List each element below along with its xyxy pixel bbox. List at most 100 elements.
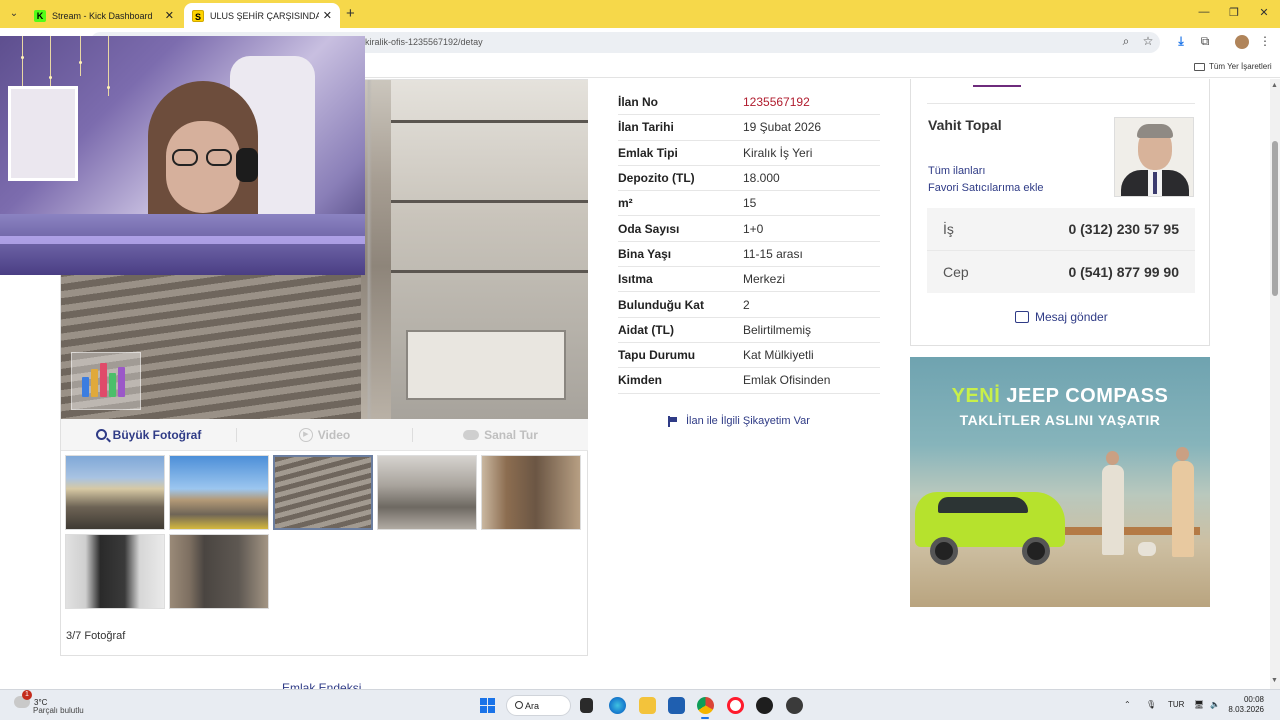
- detail-label: Depozito (TL): [618, 171, 695, 186]
- seller-card: Vahit Topal Tüm ilanları Favori Satıcıla…: [910, 79, 1210, 346]
- detail-row: Tapu Durumu Kat Mülkiyetli: [618, 343, 880, 369]
- add-favorite-seller-link[interactable]: Favori Satıcılarıma ekle: [928, 182, 1044, 194]
- magnifier-icon: [95, 429, 107, 440]
- file-explorer-icon[interactable]: [639, 697, 656, 714]
- seller-name: Vahit Topal: [928, 117, 1002, 133]
- detail-label: İlan Tarihi: [618, 120, 674, 135]
- new-tab-button[interactable]: +: [346, 5, 355, 22]
- listing-number: 1235567192: [743, 95, 810, 110]
- system-clock[interactable]: 00:08 8.03.2026: [1228, 695, 1264, 715]
- watermark-logo: [71, 352, 141, 410]
- close-icon[interactable]: ✕: [323, 9, 332, 22]
- tray-overflow-icon[interactable]: ⌃: [1124, 700, 1131, 709]
- sahibinden-icon: S: [192, 9, 204, 22]
- seller-photo: [1114, 117, 1194, 197]
- complaint-link[interactable]: İlan ile İlgili Şikayetim Var: [668, 415, 810, 427]
- atrium-floor: [406, 330, 566, 400]
- bookmarks-folder-label: Tüm Yer İşaretleri: [1209, 62, 1272, 71]
- ad-tagline: TAKLİTLER ASLINI YAŞATIR: [959, 412, 1161, 428]
- detail-label: Isıtma: [618, 272, 653, 287]
- thumbnail-6[interactable]: [65, 534, 165, 609]
- phone-number[interactable]: 0 (541) 877 99 90: [1068, 264, 1179, 280]
- app-icon[interactable]: [756, 697, 773, 714]
- emlak-endeksi-link[interactable]: Emlak Endeksi: [282, 681, 361, 689]
- all-listings-link[interactable]: Tüm ilanları: [928, 165, 985, 177]
- detail-value: 1+0: [743, 221, 764, 236]
- detail-value: Kiralık İş Yeri: [743, 145, 813, 160]
- photo-actions-bar: Büyük Fotoğraf ▶ Video Sanal Tur: [61, 419, 588, 451]
- minimize-icon[interactable]: —: [1194, 6, 1214, 18]
- tab-kick-dashboard[interactable]: K Stream - Kick Dashboard ✕: [26, 3, 182, 28]
- streamer-face: [166, 121, 240, 213]
- language-indicator[interactable]: TUR: [1168, 700, 1184, 709]
- chrome-icon[interactable]: [697, 697, 714, 714]
- detail-value: 19 Şubat 2026: [743, 120, 822, 135]
- profile-avatar[interactable]: [1235, 35, 1249, 49]
- ad-headline-accent: YENİ: [951, 385, 1001, 407]
- large-photo-button[interactable]: Büyük Fotoğraf: [61, 428, 236, 442]
- scroll-thumb[interactable]: [1272, 141, 1278, 296]
- download-icon[interactable]: ⤓: [1173, 34, 1189, 49]
- virtual-tour-label: Sanal Tur: [484, 427, 538, 442]
- thumbnail-7[interactable]: [169, 534, 269, 609]
- close-icon[interactable]: ✕: [165, 9, 174, 22]
- edge-icon[interactable]: [609, 697, 626, 714]
- extensions-icon[interactable]: ⧉: [1197, 34, 1213, 49]
- webcam-overlay: [0, 36, 365, 275]
- scroll-up-icon[interactable]: ▲: [1271, 82, 1278, 89]
- folder-icon: [1194, 62, 1205, 71]
- ad-headline-rest: JEEP COMPASS: [1000, 385, 1169, 407]
- obs-icon[interactable]: [786, 697, 803, 714]
- task-view-icon[interactable]: [580, 698, 593, 713]
- menu-icon[interactable]: ⋮: [1257, 34, 1273, 48]
- ad-person: [1102, 465, 1124, 555]
- kick-icon: K: [34, 9, 46, 22]
- large-photo-label: Büyük Fotoğraf: [112, 427, 202, 442]
- browser-tab-bar: ⌄ K Stream - Kick Dashboard ✕ S ULUS ŞEH…: [0, 0, 1280, 28]
- flag-icon: [668, 416, 678, 427]
- windows-start-icon[interactable]: [480, 698, 495, 713]
- phone-row-mobile: Cep 0 (541) 877 99 90: [927, 250, 1195, 292]
- detail-row: İlan Tarihi 19 Şubat 2026: [618, 115, 880, 141]
- tab-search-icon[interactable]: ⌄: [6, 6, 22, 22]
- detail-value: Belirtilmemiş: [743, 322, 812, 337]
- detail-label: Emlak Tipi: [618, 145, 678, 160]
- network-icon[interactable]: 🖥: [1194, 700, 1204, 709]
- zoom-icon[interactable]: ⌕: [1118, 34, 1134, 49]
- detail-row: Aidat (TL) Belirtilmemiş: [618, 318, 880, 343]
- restore-icon[interactable]: ❐: [1224, 6, 1244, 19]
- store-icon[interactable]: [668, 697, 685, 714]
- thumbnail-5[interactable]: [481, 455, 581, 530]
- detail-value: 15: [743, 196, 757, 211]
- opera-icon[interactable]: [727, 697, 744, 714]
- thumbnail-2[interactable]: [169, 455, 269, 530]
- detail-label: Oda Sayısı: [618, 221, 680, 236]
- clock-time: 00:08: [1243, 695, 1264, 704]
- phone-number[interactable]: 0 (312) 230 57 95: [1068, 221, 1179, 237]
- video-button: ▶ Video: [237, 427, 412, 442]
- detail-value: Emlak Ofisinden: [743, 373, 831, 388]
- thumbnail-3[interactable]: [273, 455, 373, 530]
- volume-icon[interactable]: 🔈: [1210, 700, 1220, 709]
- window-close-icon[interactable]: ✕: [1254, 6, 1274, 19]
- send-message-link[interactable]: Mesaj gönder: [1015, 310, 1108, 324]
- thumbnail-4[interactable]: [377, 455, 477, 530]
- all-bookmarks-folder[interactable]: Tüm Yer İşaretleri: [1194, 62, 1272, 71]
- detail-row: İlan No 1235567192: [618, 90, 880, 116]
- microphone-icon[interactable]: 🎙: [1146, 700, 1156, 709]
- jeep-advertisement[interactable]: YENİ JEEP COMPASS TAKLİTLER ASLINI YAŞAT…: [910, 357, 1210, 607]
- star-icon[interactable]: ☆: [1140, 34, 1156, 48]
- tab-listing[interactable]: S ULUS ŞEHİR ÇARŞISINDA KİRAL ✕: [184, 3, 340, 28]
- scroll-down-icon[interactable]: ▼: [1271, 677, 1278, 684]
- thumbnail-1[interactable]: [65, 455, 165, 530]
- phone-row-work: İş 0 (312) 230 57 95: [927, 208, 1195, 250]
- page-scrollbar[interactable]: ▲ ▼: [1270, 79, 1280, 689]
- desk: [0, 214, 365, 275]
- detail-row: Depozito (TL) 18.000: [618, 166, 880, 192]
- tab-title: Stream - Kick Dashboard: [52, 10, 153, 21]
- complaint-label: İlan ile İlgili Şikayetim Var: [686, 415, 810, 427]
- detail-label: Bulunduğu Kat: [618, 297, 704, 312]
- detail-row: Kimden Emlak Ofisinden: [618, 368, 880, 394]
- taskbar-search[interactable]: Ara: [506, 695, 571, 716]
- detail-label: Kimden: [618, 373, 663, 388]
